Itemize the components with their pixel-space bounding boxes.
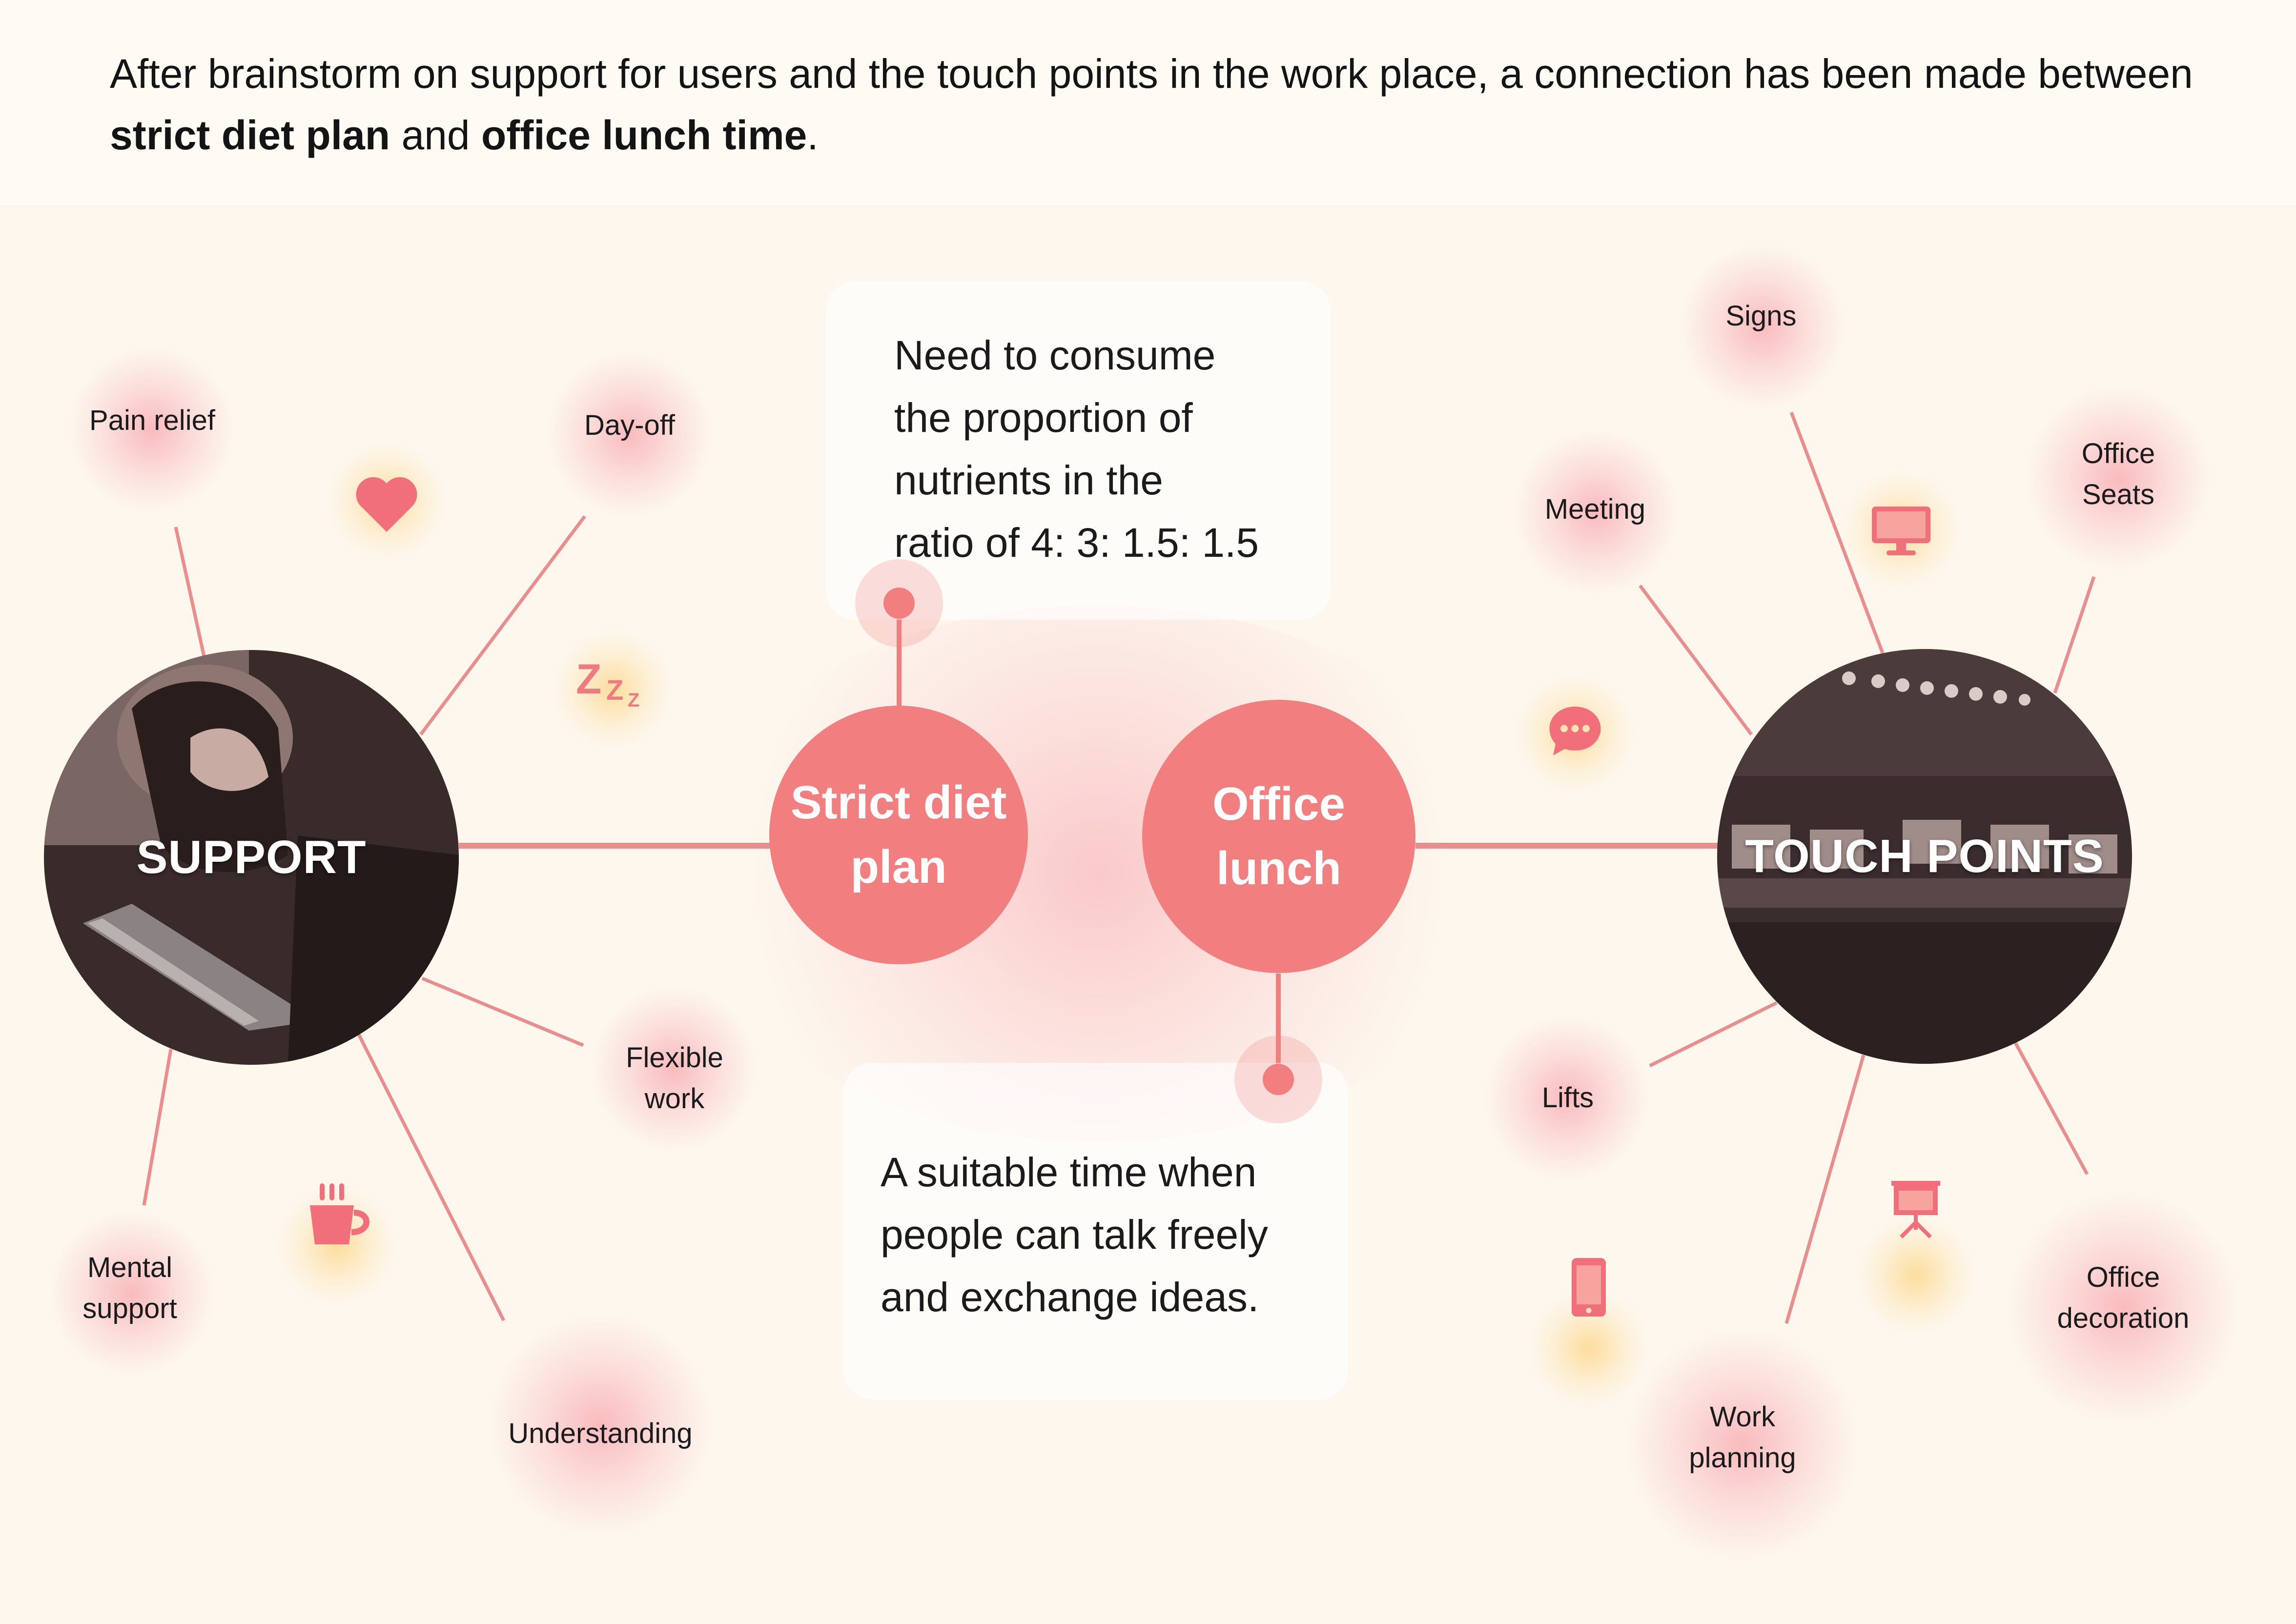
node-day-off: Day-off (584, 409, 675, 441)
coffee-cup-icon (310, 1183, 369, 1244)
node-lifts: Lifts (1541, 1082, 1594, 1114)
lunch-note-line-1: A suitable time when (881, 1149, 1257, 1195)
diet-note-line-1: Need to consume (894, 332, 1216, 378)
sleep-zzz-icon: Z Z Z (576, 656, 640, 711)
diet-note-line-2: the proportion of (894, 395, 1193, 441)
node-pain-relief: Pain relief (89, 405, 215, 436)
node-signs: Signs (1725, 300, 1797, 332)
link-understanding (357, 1034, 506, 1321)
office-lunch-node: Office lunch (1142, 700, 1415, 973)
node-work-planning: Work planning (1689, 1401, 1796, 1474)
link-pain-relief (174, 527, 206, 657)
diet-note-line-3: nutrients in the (894, 457, 1164, 503)
node-mental-support: Mental support (82, 1252, 177, 1324)
smartphone-icon (1572, 1258, 1606, 1317)
support-hub-label: SUPPORT (136, 831, 367, 883)
heart-icon (356, 477, 417, 532)
presentation-board-icon (1891, 1181, 1940, 1238)
diet-note-line-4: ratio of 4: 3: 1.5: 1.5 (894, 520, 1259, 566)
link-work-planning (1784, 1055, 1866, 1324)
strict-diet-plan-node: Strict diet plan (769, 706, 1028, 964)
diet-pin (883, 588, 915, 619)
node-understanding: Understanding (508, 1418, 693, 1449)
node-flexible-work: Flexible work (626, 1042, 723, 1115)
node-office-decoration: Office decoration (2057, 1261, 2190, 1334)
link-mental-support (142, 1049, 173, 1206)
touch-points-hub-label: TOUCH POINTS (1745, 830, 2104, 882)
node-meeting: Meeting (1544, 493, 1646, 525)
support-hub: SUPPORT (44, 650, 459, 1065)
link-signs (1789, 411, 1885, 654)
touch-points-hub: TOUCH POINTS (1717, 649, 2132, 1064)
lunch-note-line-3: and exchange ideas. (881, 1274, 1259, 1320)
node-office-seats: Office Seats (2081, 438, 2155, 510)
lunch-note-line-2: people can talk freely (881, 1212, 1268, 1258)
chat-bubble-icon (1549, 707, 1601, 755)
lunch-pin (1263, 1064, 1294, 1095)
monitor-icon (1872, 507, 1930, 555)
